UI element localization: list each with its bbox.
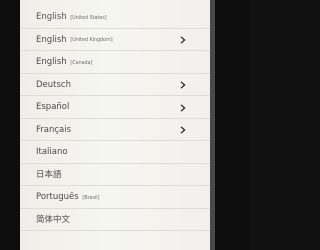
language-name: Français: [36, 124, 72, 135]
language-name: Italiano: [36, 147, 68, 157]
language-name: Português: [36, 192, 79, 202]
language-item-deutsch[interactable]: Deutsch: [20, 74, 210, 97]
device-screen: English [United States] English [United …: [20, 0, 210, 250]
language-item-italiano[interactable]: Italiano: [20, 141, 210, 164]
language-region: [United Kingdom]: [70, 38, 113, 43]
chevron-right-icon: [180, 29, 188, 52]
language-name: Español: [36, 102, 70, 112]
chevron-right-icon: [180, 74, 188, 97]
language-list: English [United States] English [United …: [20, 6, 210, 231]
language-name: English: [36, 12, 67, 22]
language-region: [Brasil]: [82, 195, 100, 201]
language-region: [Canada]: [70, 60, 93, 66]
language-item-francais[interactable]: Français: [20, 119, 210, 142]
chevron-right-icon: [180, 119, 188, 142]
chevron-right-icon: [180, 96, 188, 119]
language-region: [United States]: [70, 15, 107, 21]
language-name: English: [36, 57, 67, 67]
language-item-english-us[interactable]: English [United States]: [20, 6, 210, 29]
language-item-espanol[interactable]: Español: [20, 96, 210, 119]
device-edge: [210, 0, 215, 250]
language-item-english-canada[interactable]: English [Canada]: [20, 51, 210, 74]
language-item-portugues-brasil[interactable]: Português [Brasil]: [20, 186, 210, 209]
language-name: English: [36, 34, 67, 45]
language-item-english-uk[interactable]: English [United Kingdom]: [20, 29, 210, 52]
language-name: 简体中文: [36, 214, 71, 225]
language-name: 日本語: [36, 169, 62, 180]
language-item-japanese[interactable]: 日本語: [20, 164, 210, 186]
language-name: Deutsch: [36, 79, 71, 90]
language-item-simplified-chinese[interactable]: 简体中文: [20, 209, 210, 231]
